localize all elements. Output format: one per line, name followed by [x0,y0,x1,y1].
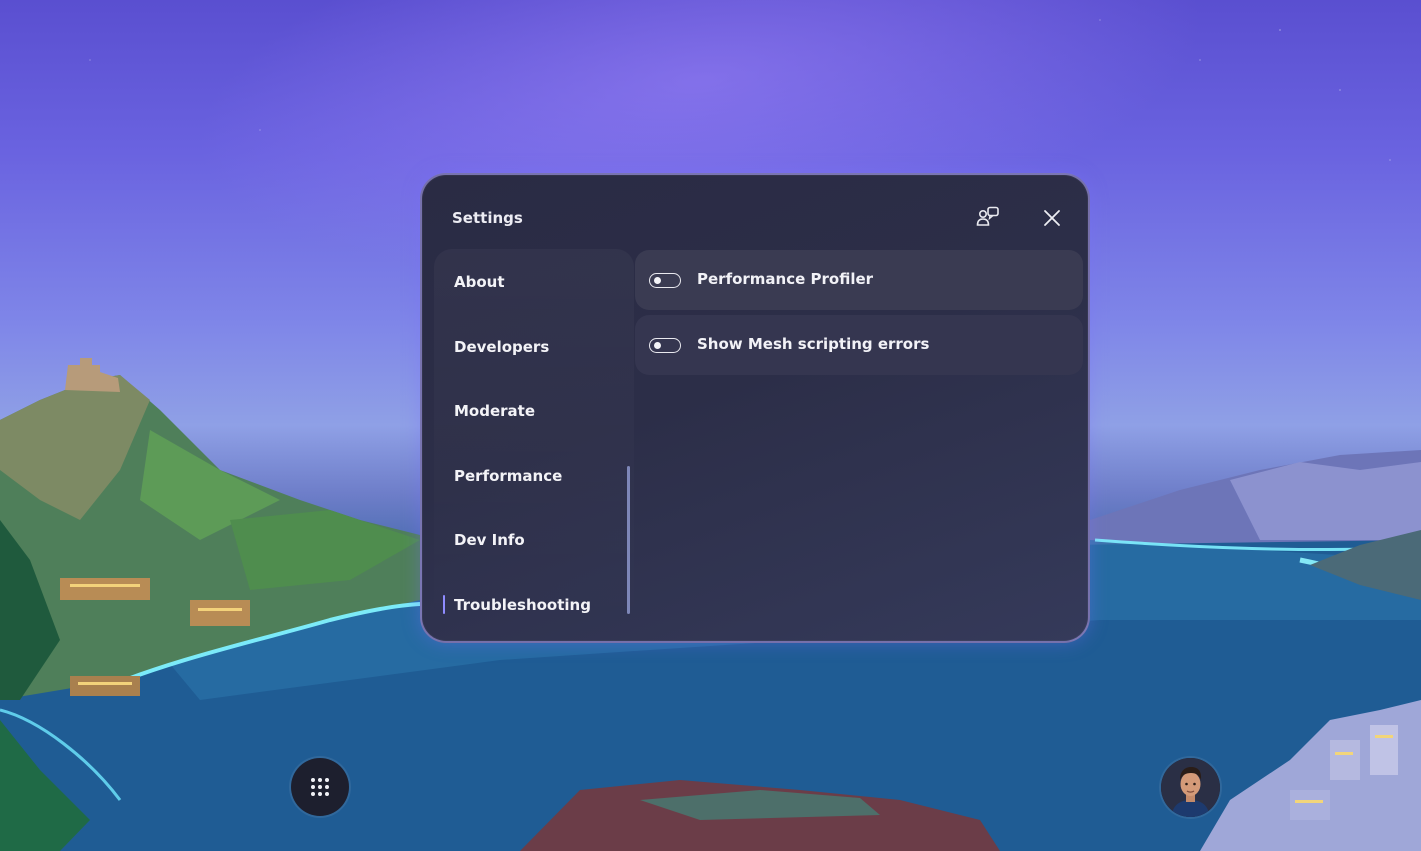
active-indicator [443,595,445,614]
sidebar-item-label: Moderate [454,402,536,420]
feedback-button[interactable] [971,201,1005,235]
setting-label: Show Mesh scripting errors [697,335,930,353]
castle [65,358,120,392]
sidebar-scrollbar[interactable] [627,466,630,614]
far-hills-highlight [1230,462,1421,540]
settings-sidebar: About Developers Moderate Performance De… [434,249,634,633]
left-houses [60,578,150,600]
sidebar-item-moderate[interactable]: Moderate [434,389,624,433]
feedback-icon [976,206,999,226]
sidebar-item-performance[interactable]: Performance [434,454,624,498]
sidebar-item-label: Troubleshooting [454,596,591,614]
sidebar-item-label: About [454,273,505,291]
setting-row-show-mesh-scripting-errors[interactable]: Show Mesh scripting errors [635,315,1083,375]
apps-menu-button[interactable] [291,758,349,816]
show-mesh-scripting-errors-toggle[interactable] [649,338,681,353]
grid-dots-icon [311,778,329,796]
sidebar-item-label: Developers [454,338,550,356]
close-icon [1044,210,1060,226]
vr-scene-background: Settings About Developers Moderate Perfo… [0,0,1421,851]
toggle-knob [654,277,661,284]
performance-profiler-toggle[interactable] [649,273,681,288]
sidebar-item-dev-info[interactable]: Dev Info [434,518,624,562]
avatar-button[interactable] [1161,758,1220,817]
avatar-icon [1161,758,1220,817]
sidebar-item-label: Performance [454,467,563,485]
setting-label: Performance Profiler [697,270,874,288]
sidebar-item-about[interactable]: About [434,260,624,304]
toggle-knob [654,342,661,349]
settings-title: Settings [452,209,523,227]
sidebar-item-developers[interactable]: Developers [434,325,624,369]
sidebar-item-label: Dev Info [454,531,525,549]
setting-row-performance-profiler[interactable]: Performance Profiler [635,250,1083,310]
sidebar-item-troubleshooting[interactable]: Troubleshooting [434,583,624,627]
close-button[interactable] [1035,201,1069,235]
settings-dialog: Settings About Developers Moderate Perfo… [420,173,1090,643]
